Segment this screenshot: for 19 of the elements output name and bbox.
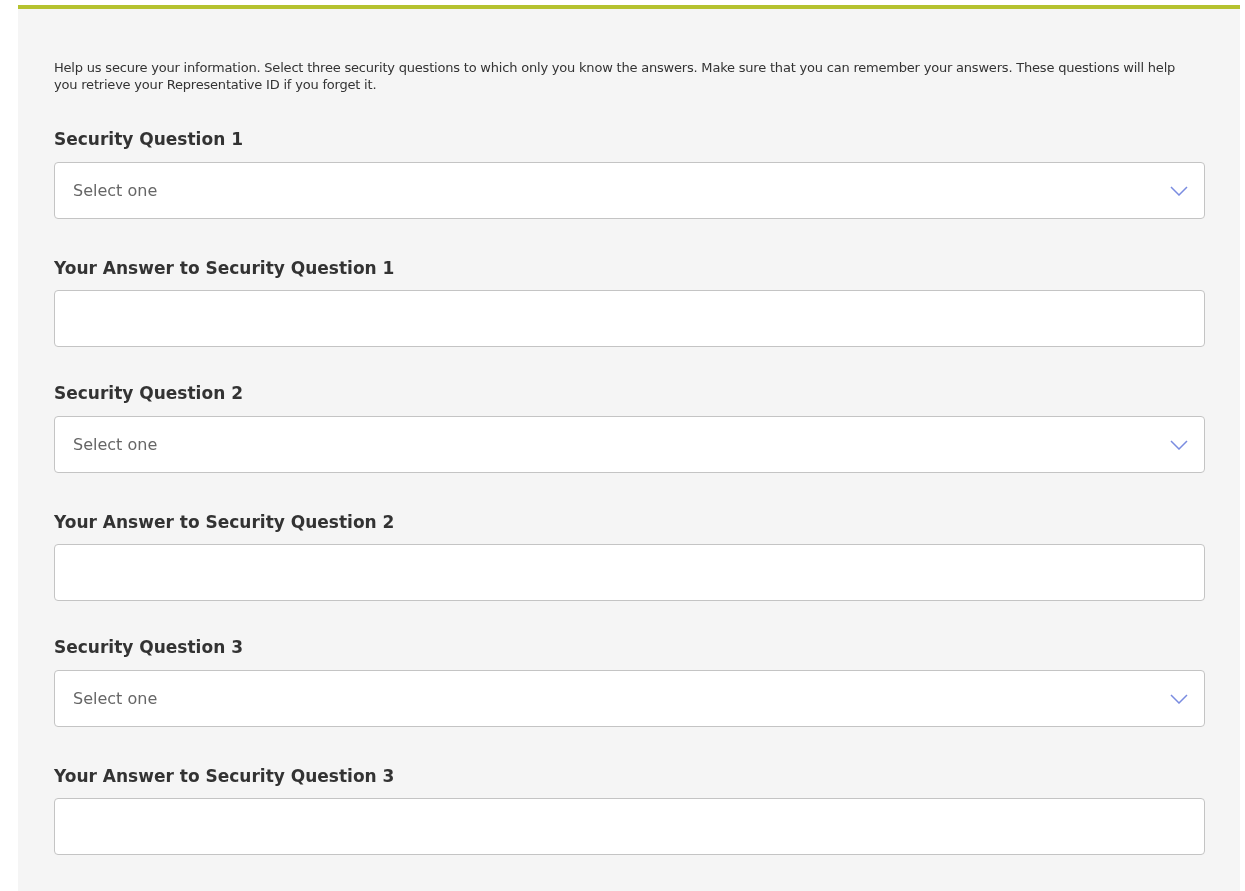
field-label: Security Question 3 <box>54 636 244 659</box>
question-select[interactable]: Select one <box>54 162 1205 219</box>
chevron-down-icon <box>1170 439 1188 450</box>
field-label: Your Answer to Security Question 1 <box>54 257 396 280</box>
select-placeholder: Select one <box>73 687 158 710</box>
chevron-down-icon <box>1170 693 1188 704</box>
answer-field[interactable] <box>54 798 1205 855</box>
question-select[interactable]: Select one <box>54 670 1205 727</box>
intro-text: Help us secure your information. Select three security questions to which only you know the answers. Make sure that you can remember your answers. These questions will help you retrieve your Representative ID if you forget it. <box>54 59 1177 93</box>
answer-field[interactable] <box>54 544 1205 601</box>
field-label: Security Question 1 <box>54 128 244 151</box>
answer-field[interactable] <box>54 290 1205 347</box>
field-label: Your Answer to Security Question 2 <box>54 511 396 534</box>
chevron-down-icon <box>1170 185 1188 196</box>
field-label: Security Question 2 <box>54 382 244 405</box>
field-label: Your Answer to Security Question 3 <box>54 765 396 788</box>
select-placeholder: Select one <box>73 433 158 456</box>
question-select[interactable]: Select one <box>54 416 1205 473</box>
select-placeholder: Select one <box>73 179 158 202</box>
